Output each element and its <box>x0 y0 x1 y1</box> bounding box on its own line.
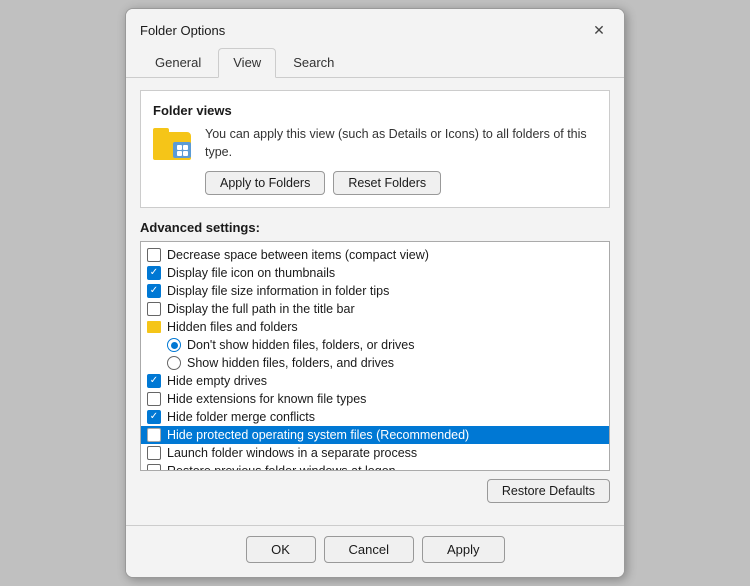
advanced-settings-title: Advanced settings: <box>140 220 610 235</box>
checkbox-full-path[interactable] <box>147 302 161 316</box>
setting-label: Hide folder merge conflicts <box>167 410 315 424</box>
folder-views-section: Folder views <box>140 90 610 208</box>
setting-label: Hidden files and folders <box>167 320 298 334</box>
folder-views-body: You can apply this view (such as Details… <box>153 126 597 195</box>
setting-show-hidden[interactable]: Show hidden files, folders, and drives <box>141 354 609 372</box>
folder-back <box>153 132 191 160</box>
setting-hide-protected-system-files[interactable]: Hide protected operating system files (R… <box>141 426 609 444</box>
title-bar: Folder Options ✕ <box>126 9 624 47</box>
folder-icon-container <box>153 126 193 160</box>
setting-hide-merge-conflicts[interactable]: Hide folder merge conflicts <box>141 408 609 426</box>
setting-label: Restore previous folder windows at logon <box>167 464 396 471</box>
setting-file-size-info[interactable]: Display file size information in folder … <box>141 282 609 300</box>
setting-label: Display file icon on thumbnails <box>167 266 335 280</box>
setting-hide-empty-drives[interactable]: Hide empty drives <box>141 372 609 390</box>
folder-views-buttons: Apply to Folders Reset Folders <box>205 171 597 195</box>
setting-label: Hide protected operating system files (R… <box>167 428 469 442</box>
checkbox-restore-previous-windows[interactable] <box>147 464 161 471</box>
radio-show-hidden[interactable] <box>167 356 181 370</box>
checkbox-hide-protected-system-files[interactable] <box>147 428 161 442</box>
folder-options-dialog: Folder Options ✕ General View Search Fol… <box>125 8 625 578</box>
setting-label: Display the full path in the title bar <box>167 302 355 316</box>
checkbox-launch-separate-process[interactable] <box>147 446 161 460</box>
tab-general[interactable]: General <box>140 48 216 78</box>
apply-to-folders-button[interactable]: Apply to Folders <box>205 171 325 195</box>
checkbox-hide-extensions[interactable] <box>147 392 161 406</box>
grid-cell <box>177 145 182 150</box>
grid-cell <box>183 151 188 156</box>
setting-label: Hide empty drives <box>167 374 267 388</box>
grid-cell <box>177 151 182 156</box>
close-button[interactable]: ✕ <box>588 19 610 41</box>
folder-small-icon <box>147 321 161 333</box>
folder-views-title: Folder views <box>153 103 597 118</box>
checkbox-compact-view[interactable] <box>147 248 161 262</box>
setting-full-path[interactable]: Display the full path in the title bar <box>141 300 609 318</box>
tab-view[interactable]: View <box>218 48 276 78</box>
folder-grid <box>175 143 190 158</box>
checkbox-file-size-info[interactable] <box>147 284 161 298</box>
setting-hidden-files-folder: Hidden files and folders <box>141 318 609 336</box>
folder-views-desc: You can apply this view (such as Details… <box>205 126 597 161</box>
folder-views-right: You can apply this view (such as Details… <box>205 126 597 195</box>
setting-label: Launch folder windows in a separate proc… <box>167 446 417 460</box>
radio-dont-show-hidden[interactable] <box>167 338 181 352</box>
setting-hide-extensions[interactable]: Hide extensions for known file types <box>141 390 609 408</box>
checkbox-hide-empty-drives[interactable] <box>147 374 161 388</box>
checkbox-file-icon-thumbnails[interactable] <box>147 266 161 280</box>
dialog-content: Folder views <box>126 78 624 525</box>
grid-cell <box>183 145 188 150</box>
folder-icon <box>153 126 193 160</box>
restore-defaults-row: Restore Defaults <box>140 479 610 503</box>
apply-button[interactable]: Apply <box>422 536 505 563</box>
setting-launch-separate-process[interactable]: Launch folder windows in a separate proc… <box>141 444 609 462</box>
setting-restore-previous-windows[interactable]: Restore previous folder windows at logon <box>141 462 609 471</box>
reset-folders-button[interactable]: Reset Folders <box>333 171 441 195</box>
dialog-footer: OK Cancel Apply <box>126 525 624 577</box>
setting-compact-view[interactable]: Decrease space between items (compact vi… <box>141 246 609 264</box>
advanced-settings-section: Advanced settings: Decrease space betwee… <box>140 220 610 471</box>
setting-label: Display file size information in folder … <box>167 284 389 298</box>
setting-label: Decrease space between items (compact vi… <box>167 248 429 262</box>
tab-bar: General View Search <box>126 47 624 78</box>
settings-list[interactable]: Decrease space between items (compact vi… <box>140 241 610 471</box>
setting-label: Show hidden files, folders, and drives <box>187 356 394 370</box>
dialog-title: Folder Options <box>140 23 225 38</box>
restore-defaults-button[interactable]: Restore Defaults <box>487 479 610 503</box>
ok-button[interactable]: OK <box>246 536 316 563</box>
setting-label: Hide extensions for known file types <box>167 392 366 406</box>
cancel-button[interactable]: Cancel <box>324 536 414 563</box>
setting-file-icon-thumbnails[interactable]: Display file icon on thumbnails <box>141 264 609 282</box>
tab-search[interactable]: Search <box>278 48 349 78</box>
folder-overlay <box>173 142 191 158</box>
setting-label: Don't show hidden files, folders, or dri… <box>187 338 415 352</box>
setting-dont-show-hidden[interactable]: Don't show hidden files, folders, or dri… <box>141 336 609 354</box>
checkbox-hide-merge-conflicts[interactable] <box>147 410 161 424</box>
